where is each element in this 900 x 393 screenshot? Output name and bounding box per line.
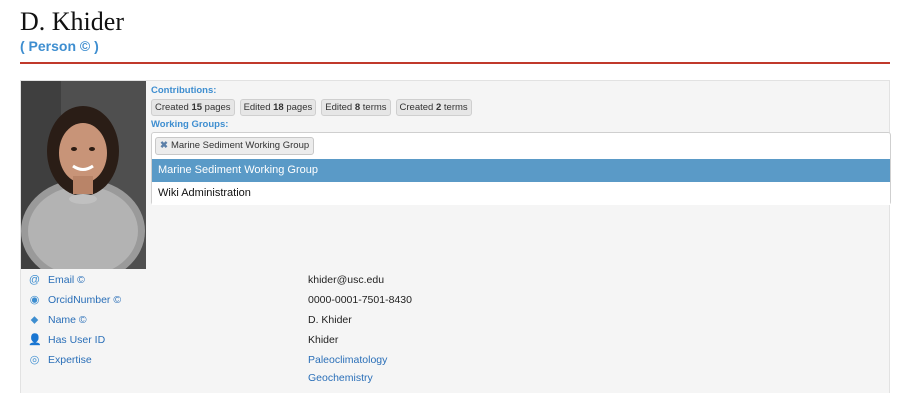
contribution-chip[interactable]: Created 15 pages: [151, 99, 235, 116]
token-label: Marine Sediment Working Group: [170, 140, 310, 151]
property-value: 0000-0001-7501-8430: [308, 294, 412, 306]
property-row-expertise: ◎ Expertise Paleoclimatology Geochemistr…: [21, 351, 891, 391]
working-group-token: ✖ Marine Sediment Working Group: [155, 137, 315, 155]
title-divider: [20, 62, 890, 64]
property-row-name: ⬥ Name © D. Khider: [21, 311, 891, 331]
page-subtitle[interactable]: ( Person © ): [20, 38, 99, 54]
page-title: D. Khider: [20, 7, 124, 36]
profile-panel: Contributions: Created 15 pages Edited 1…: [20, 80, 891, 393]
eye-icon: ◎: [29, 354, 40, 366]
property-name[interactable]: Name ©: [48, 314, 87, 326]
property-name[interactable]: Expertise: [48, 354, 92, 366]
working-groups-select[interactable]: ✖ Marine Sediment Working Group Marine Se…: [151, 132, 891, 205]
user-icon: 👤: [28, 334, 42, 346]
contributions-label: Contributions:: [151, 85, 217, 96]
working-group-option[interactable]: Wiki Administration: [152, 182, 890, 205]
contribution-chip[interactable]: Edited 18 pages: [239, 99, 317, 116]
at-icon: @: [28, 274, 41, 286]
property-name[interactable]: OrcidNumber ©: [48, 294, 121, 306]
property-row-orcid: ◉ OrcidNumber © 0000-0001-7501-8430: [21, 291, 891, 311]
contribution-chip[interactable]: Edited 8 terms: [321, 99, 391, 116]
property-value: Khider: [308, 334, 339, 346]
property-value: khider@usc.edu: [308, 274, 385, 286]
property-row-user-id: 👤 Has User ID Khider: [21, 331, 891, 351]
property-name[interactable]: Has User ID: [48, 334, 105, 346]
property-value: D. Khider: [308, 314, 352, 326]
expertise-link[interactable]: Geochemistry: [308, 372, 373, 384]
property-row-email: @ Email © khider@usc.edu: [21, 271, 891, 291]
contributions-list: Created 15 pages Edited 18 pages Edited …: [151, 99, 472, 116]
contribution-chip[interactable]: Created 2 terms: [395, 99, 472, 116]
remove-token-icon[interactable]: ✖: [160, 140, 168, 151]
working-group-option-selected[interactable]: Marine Sediment Working Group: [152, 159, 890, 182]
property-name[interactable]: Email ©: [48, 274, 85, 286]
profile-photo: [21, 81, 146, 269]
tag-icon: ⬥: [30, 314, 39, 326]
expertise-link[interactable]: Paleoclimatology: [308, 354, 387, 366]
working-groups-label: Working Groups:: [151, 119, 229, 130]
orcid-icon: ◉: [29, 294, 40, 306]
